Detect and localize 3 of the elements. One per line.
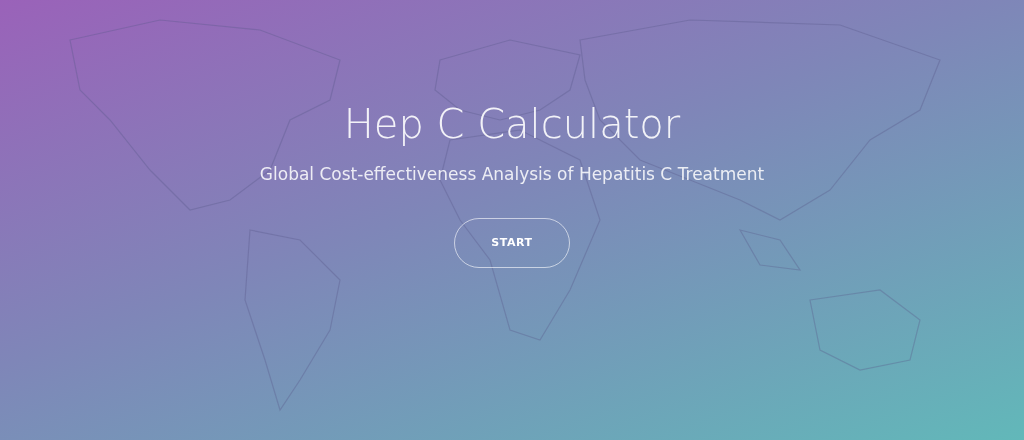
page-subtitle: Global Cost-effectiveness Analysis of Hepatitis C Treatment [259,163,765,186]
start-button[interactable]: START [454,218,570,268]
page-title: Hep C Calculator [343,100,681,149]
